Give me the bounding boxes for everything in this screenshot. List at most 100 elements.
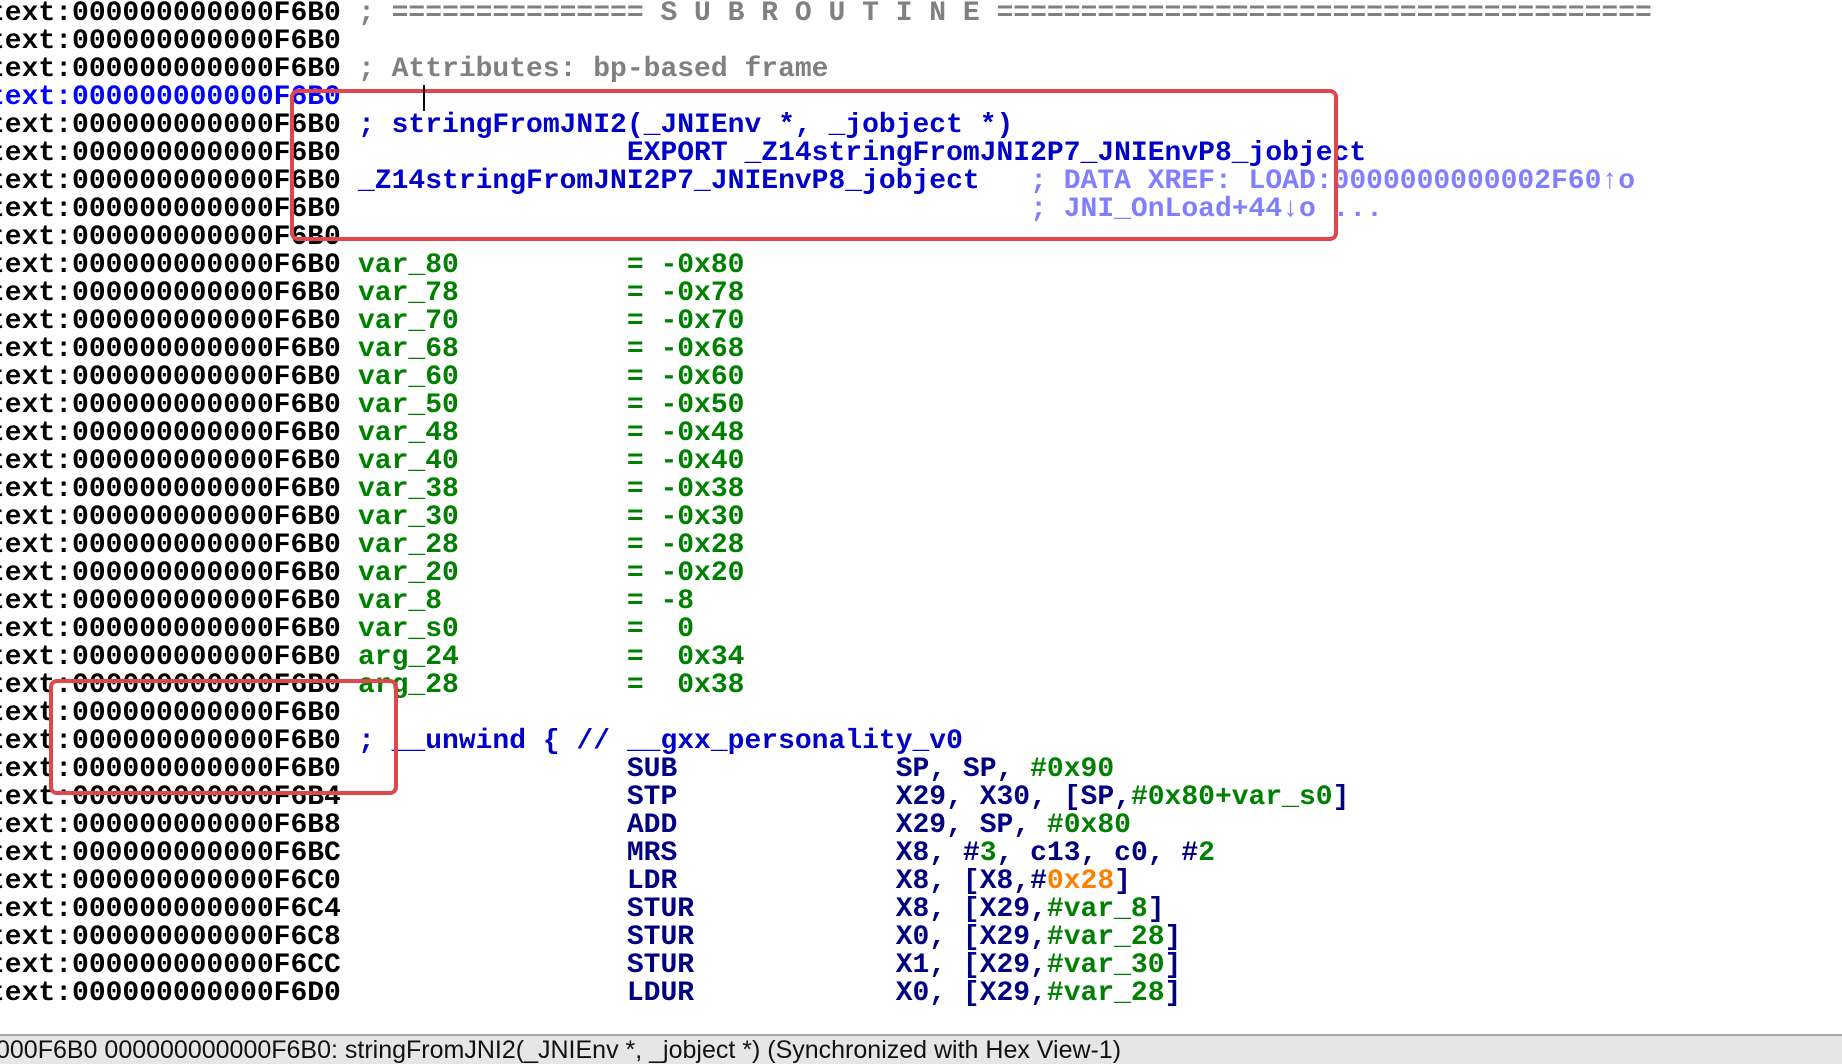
- listing-line[interactable]: text:000000000000F6B0 var_38 = -0x38: [0, 476, 1842, 504]
- token: ]: [1147, 894, 1165, 925]
- listing-line[interactable]: text:000000000000F6B0 var_s0 = 0: [0, 616, 1842, 644]
- annotation-box-function-start: [49, 679, 398, 795]
- listing-line[interactable]: text:000000000000F6C4 STUR X8, [X29,#var_8…: [0, 896, 1842, 924]
- line-address: text:000000000000F6B0: [0, 334, 341, 365]
- token: X29, SP,: [895, 810, 1047, 841]
- line-address: text:000000000000F6C8: [0, 922, 341, 953]
- line-address: text:000000000000F6B0: [0, 530, 341, 561]
- line-mnemonic: = 0x34: [627, 644, 745, 672]
- line-address: text:000000000000F6B0: [0, 642, 341, 673]
- annotation-box-function-header: [290, 89, 1338, 241]
- token: var_70: [358, 306, 459, 337]
- line-mnemonic: = -0x40: [627, 448, 745, 476]
- token: = -0x30: [626, 502, 745, 533]
- listing-line[interactable]: text:000000000000F6CC STUR X1, [X29,#var_3…: [0, 952, 1842, 980]
- line-mnemonic: ADD: [627, 812, 677, 840]
- token: #0x80: [1046, 810, 1131, 841]
- status-bar: 000F6B0 000000000000F6B0: stringFromJNI2…: [0, 1034, 1842, 1064]
- token: var_38: [358, 474, 459, 505]
- listing-line[interactable]: text:000000000000F6BC MRS X8, #3, c13, c0,…: [0, 840, 1842, 868]
- line-mnemonic: = 0: [627, 616, 694, 644]
- line-operands: X29, X30, [SP,#0x80+var_s0]: [896, 784, 1350, 812]
- line-address: text:000000000000F6B0: [0, 306, 341, 337]
- line-label: ; Attributes: bp-based frame: [358, 56, 828, 84]
- line-label: var_40: [358, 448, 459, 476]
- listing-line[interactable]: text:000000000000F6B0 var_60 = -0x60: [0, 364, 1842, 392]
- token: ; __unwind { // __gxx_personality_v0: [358, 726, 963, 757]
- token: var_40: [358, 446, 459, 477]
- token: ]: [1164, 978, 1182, 1009]
- line-address: text:000000000000F6B0: [0, 502, 341, 533]
- token: = -0x80: [626, 250, 745, 281]
- token: var_78: [358, 278, 459, 309]
- listing-line[interactable]: text:000000000000F6B0 var_28 = -0x28: [0, 532, 1842, 560]
- line-mnemonic: = -0x20: [627, 560, 745, 588]
- listing-line[interactable]: text:000000000000F6B0 var_70 = -0x70: [0, 308, 1842, 336]
- listing-line[interactable]: text:000000000000F6B0 var_30 = -0x30: [0, 504, 1842, 532]
- token: ]: [1114, 866, 1131, 897]
- token: ]: [1164, 950, 1182, 981]
- token: var_30: [358, 502, 459, 533]
- listing-line[interactable]: text:000000000000F6B0 var_80 = -0x80: [0, 252, 1842, 280]
- line-mnemonic: LDR: [627, 868, 677, 896]
- line-address: text:000000000000F6B0: [0, 586, 341, 617]
- line-mnemonic: = 0x38: [627, 672, 745, 700]
- token: = -8: [626, 586, 695, 617]
- token: 2: [1198, 838, 1215, 869]
- listing-line[interactable]: text:000000000000F6B0 var_78 = -0x78: [0, 280, 1842, 308]
- line-mnemonic: STUR: [627, 924, 694, 952]
- line-mnemonic: MRS: [627, 840, 677, 868]
- listing-line[interactable]: text:000000000000F6B8 ADD X29, SP, #0x80: [0, 812, 1842, 840]
- token: var_s0: [358, 614, 459, 645]
- token: X8, [X8,#: [895, 866, 1047, 897]
- line-address: text:000000000000F6B8: [0, 810, 341, 841]
- token: X1, [X29,: [895, 950, 1047, 981]
- token: #var_8: [1046, 894, 1148, 925]
- listing-line[interactable]: text:000000000000F6B0 var_8 = -8: [0, 588, 1842, 616]
- listing-line[interactable]: text:000000000000F6B0 var_48 = -0x48: [0, 420, 1842, 448]
- listing-line[interactable]: text:000000000000F6B0 ; =============== S…: [0, 0, 1842, 28]
- token: MRS: [626, 838, 678, 869]
- token: STUR: [626, 950, 695, 981]
- listing-line[interactable]: text:000000000000F6C8 STUR X0, [X29,#var_2…: [0, 924, 1842, 952]
- listing-line[interactable]: text:000000000000F6B0 var_68 = -0x68: [0, 336, 1842, 364]
- token: LDUR: [626, 978, 695, 1009]
- line-operands: X0, [X29,#var_28]: [896, 980, 1182, 1008]
- line-label: var_30: [358, 504, 459, 532]
- line-address: text:000000000000F6B0: [0, 418, 341, 449]
- token: #var_30: [1046, 950, 1165, 981]
- token: = -0x60: [626, 362, 745, 393]
- line-mnemonic: = -0x28: [627, 532, 745, 560]
- listing-line[interactable]: text:000000000000F6B0: [0, 28, 1842, 56]
- listing-line[interactable]: text:000000000000F6B0 var_40 = -0x40: [0, 448, 1842, 476]
- token: var_28: [358, 530, 459, 561]
- line-label: arg_24: [358, 644, 459, 672]
- token: var_50: [358, 390, 459, 421]
- token: = -0x20: [626, 558, 745, 589]
- token: = -0x68: [626, 334, 745, 365]
- listing-line[interactable]: text:000000000000F6D0 LDUR X0, [X29,#var_2…: [0, 980, 1842, 1008]
- token: = -0x78: [626, 278, 745, 309]
- line-mnemonic: STUR: [627, 896, 694, 924]
- token: = 0: [626, 614, 695, 645]
- line-operands: SP, SP, #0x90: [896, 756, 1114, 784]
- listing-line[interactable]: text:000000000000F6B0 arg_24 = 0x34: [0, 644, 1842, 672]
- line-address: text:000000000000F6B0: [0, 362, 341, 393]
- line-operands: X1, [X29,#var_30]: [896, 952, 1182, 980]
- token: = 0x38: [626, 670, 745, 701]
- line-address: text:000000000000F6C4: [0, 894, 341, 925]
- line-label: var_28: [358, 532, 459, 560]
- token: ]: [1164, 922, 1182, 953]
- line-label: var_70: [358, 308, 459, 336]
- line-address: text:000000000000F6D0: [0, 978, 341, 1009]
- listing-line[interactable]: text:000000000000F6B0 var_20 = -0x20: [0, 560, 1842, 588]
- listing-line[interactable]: text:000000000000F6B0 var_50 = -0x50: [0, 392, 1842, 420]
- token: arg_24: [358, 642, 459, 673]
- line-mnemonic: SUB: [627, 756, 677, 784]
- listing-line[interactable]: text:000000000000F6B0 ; Attributes: bp-ba…: [0, 56, 1842, 84]
- line-label: var_68: [358, 336, 459, 364]
- line-label: var_80: [358, 252, 459, 280]
- listing-line[interactable]: text:000000000000F6C0 LDR X8, [X8,#0x28]: [0, 868, 1842, 896]
- token: var_68: [358, 334, 459, 365]
- token: SP, SP,: [895, 754, 1031, 785]
